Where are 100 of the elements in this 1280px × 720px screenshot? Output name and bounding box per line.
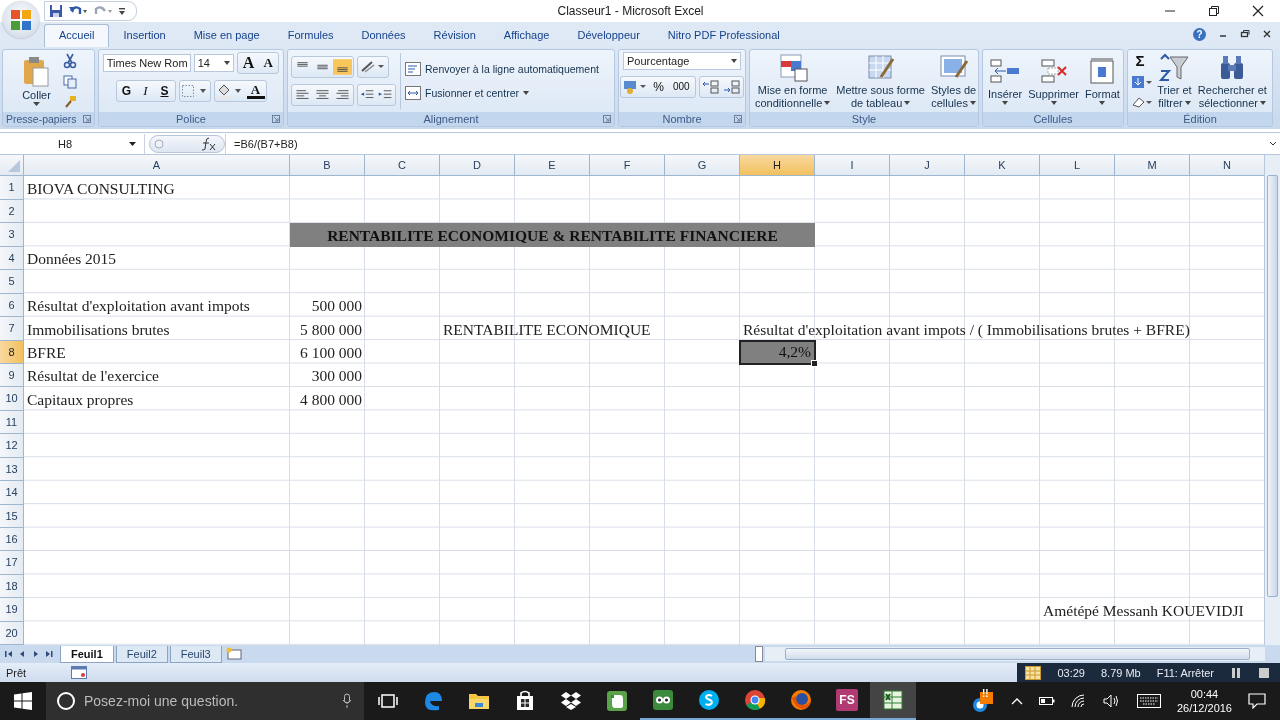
dialog-launcher-icon[interactable] bbox=[83, 114, 91, 123]
eraser-icon[interactable] bbox=[1131, 95, 1154, 110]
thousands-button[interactable]: 000 bbox=[669, 81, 694, 93]
row-header[interactable]: 3 bbox=[0, 223, 24, 247]
macro-record-icon[interactable] bbox=[71, 666, 88, 679]
column-header[interactable]: H bbox=[740, 155, 815, 177]
horizontal-scrollbar[interactable] bbox=[765, 647, 1265, 662]
tab-split-handle[interactable] bbox=[755, 646, 763, 663]
copy-icon[interactable] bbox=[62, 74, 77, 89]
row-header[interactable]: 5 bbox=[0, 270, 24, 294]
ribbon-tab[interactable]: Données bbox=[347, 23, 420, 47]
insert-button[interactable]: Insérer bbox=[986, 56, 1025, 105]
column-header[interactable]: C bbox=[365, 155, 440, 177]
row-header[interactable]: 16 bbox=[0, 528, 24, 552]
ribbon-tab[interactable]: Insertion bbox=[109, 23, 180, 47]
battery-icon[interactable] bbox=[1038, 696, 1055, 706]
number-format-field[interactable]: Pourcentage bbox=[623, 51, 741, 70]
delete-button[interactable]: Supprimer bbox=[1026, 56, 1081, 105]
row-header[interactable]: 15 bbox=[0, 504, 24, 528]
row-header[interactable]: 19 bbox=[0, 598, 24, 622]
column-header[interactable]: E bbox=[515, 155, 590, 177]
dialog-launcher-icon[interactable] bbox=[734, 114, 742, 123]
row-header[interactable]: 6 bbox=[0, 293, 24, 318]
office-button[interactable] bbox=[3, 2, 39, 38]
wrap-text-button[interactable]: Renvoyer à la ligne automatiquement bbox=[405, 59, 599, 78]
row-header[interactable]: 18 bbox=[0, 574, 24, 599]
grow-font-button[interactable]: A bbox=[238, 53, 259, 72]
normal-view-icon[interactable] bbox=[1025, 665, 1042, 680]
paintbrush-icon[interactable] bbox=[62, 94, 77, 109]
row-header[interactable]: 12 bbox=[0, 434, 24, 458]
column-header[interactable]: J bbox=[890, 155, 965, 177]
row-header[interactable]: 20 bbox=[0, 621, 24, 646]
clock-time[interactable]: 00:44 bbox=[1190, 687, 1219, 701]
merge-center-button[interactable]: Fusionner et centrer bbox=[405, 83, 599, 102]
close-icon[interactable] bbox=[1252, 4, 1264, 17]
wifi-icon[interactable] bbox=[1070, 694, 1087, 708]
vertical-scrollbar[interactable] bbox=[1264, 155, 1280, 646]
ribbon-tab[interactable]: Mise en page bbox=[179, 23, 274, 47]
decrease-decimal-icon[interactable] bbox=[721, 78, 742, 95]
function-icon[interactable] bbox=[200, 136, 216, 151]
row-header[interactable]: 2 bbox=[0, 199, 24, 224]
ribbon-tab[interactable]: Nitro PDF Professional bbox=[653, 23, 794, 47]
row-header[interactable]: 9 bbox=[0, 363, 24, 388]
sheet-tab[interactable]: Feuil3 bbox=[169, 645, 222, 663]
restore-icon[interactable] bbox=[1240, 29, 1250, 40]
keyboard-icon[interactable] bbox=[1136, 694, 1161, 708]
dialog-launcher-icon[interactable] bbox=[603, 114, 611, 123]
format-button[interactable]: Format bbox=[1083, 56, 1122, 105]
column-header[interactable]: B bbox=[290, 155, 365, 177]
increase-decimal-icon[interactable] bbox=[700, 78, 721, 95]
column-header[interactable]: I bbox=[815, 155, 890, 177]
underline-button[interactable]: S bbox=[155, 83, 174, 98]
sheet-tab[interactable]: Feuil2 bbox=[115, 645, 168, 663]
row-header[interactable]: 17 bbox=[0, 551, 24, 575]
pause-icon[interactable] bbox=[1230, 666, 1242, 679]
search-field[interactable]: Posez-moi une question. bbox=[46, 682, 364, 720]
ribbon-tab[interactable]: Affichage bbox=[489, 23, 564, 47]
ribbon-tab[interactable]: Formules bbox=[273, 23, 348, 47]
fill-down-icon[interactable] bbox=[1131, 75, 1154, 90]
close-icon[interactable] bbox=[1262, 29, 1272, 40]
row-header[interactable]: 10 bbox=[0, 387, 24, 411]
column-header[interactable]: A bbox=[24, 155, 290, 177]
dialog-launcher-icon[interactable] bbox=[272, 114, 280, 123]
column-header[interactable]: D bbox=[440, 155, 515, 177]
notifications-icon[interactable] bbox=[1248, 693, 1266, 709]
font-name-field[interactable]: Times New Rom bbox=[102, 53, 191, 72]
vertical-align-icon[interactable] bbox=[333, 57, 352, 76]
sheet-tab[interactable]: Feuil1 bbox=[60, 645, 114, 663]
bold-button[interactable]: G bbox=[117, 83, 136, 98]
find-select-button[interactable]: Rechercher et sélectionner bbox=[1195, 52, 1269, 109]
conditional-button[interactable]: Mise en forme conditionnelle bbox=[753, 52, 833, 109]
name-box[interactable]: H8 bbox=[0, 133, 145, 154]
help-button[interactable]: ? bbox=[1193, 27, 1206, 41]
paste-button[interactable]: Coller bbox=[20, 55, 53, 106]
cellstyle-button[interactable]: Styles de cellules bbox=[928, 52, 979, 109]
row-header[interactable]: 11 bbox=[0, 410, 24, 435]
save-icon[interactable] bbox=[49, 3, 63, 18]
font-size-field[interactable]: 14 bbox=[193, 53, 234, 72]
table-button[interactable]: Mettre sous forme de tableau bbox=[834, 52, 927, 109]
clock-date[interactable]: 26/12/2016 bbox=[1176, 701, 1232, 715]
autosum-button[interactable]: Σ bbox=[1131, 52, 1150, 70]
microphone-icon[interactable] bbox=[342, 693, 352, 709]
currency-icon[interactable] bbox=[622, 78, 649, 95]
customize-menu-icon[interactable] bbox=[118, 5, 126, 16]
column-header[interactable]: M bbox=[1115, 155, 1190, 177]
restore-icon[interactable] bbox=[1208, 4, 1220, 17]
shrink-font-button[interactable]: A bbox=[259, 54, 278, 71]
taskbar-button[interactable] bbox=[870, 682, 916, 720]
ribbon-tab[interactable]: Développeur bbox=[563, 23, 654, 47]
borders-icon[interactable] bbox=[180, 83, 209, 98]
italic-button[interactable]: I bbox=[136, 82, 155, 99]
chevron-up-icon[interactable] bbox=[1010, 696, 1023, 706]
column-header[interactable]: K bbox=[965, 155, 1040, 177]
row-header[interactable]: 8 bbox=[0, 340, 24, 364]
row-header[interactable]: 13 bbox=[0, 457, 24, 482]
row-header[interactable]: 1 bbox=[0, 176, 24, 200]
task-view-icon[interactable] bbox=[378, 693, 398, 709]
orientation-icon[interactable] bbox=[359, 58, 387, 75]
row-header[interactable]: 4 bbox=[0, 246, 24, 271]
scissors-icon[interactable] bbox=[62, 52, 77, 69]
